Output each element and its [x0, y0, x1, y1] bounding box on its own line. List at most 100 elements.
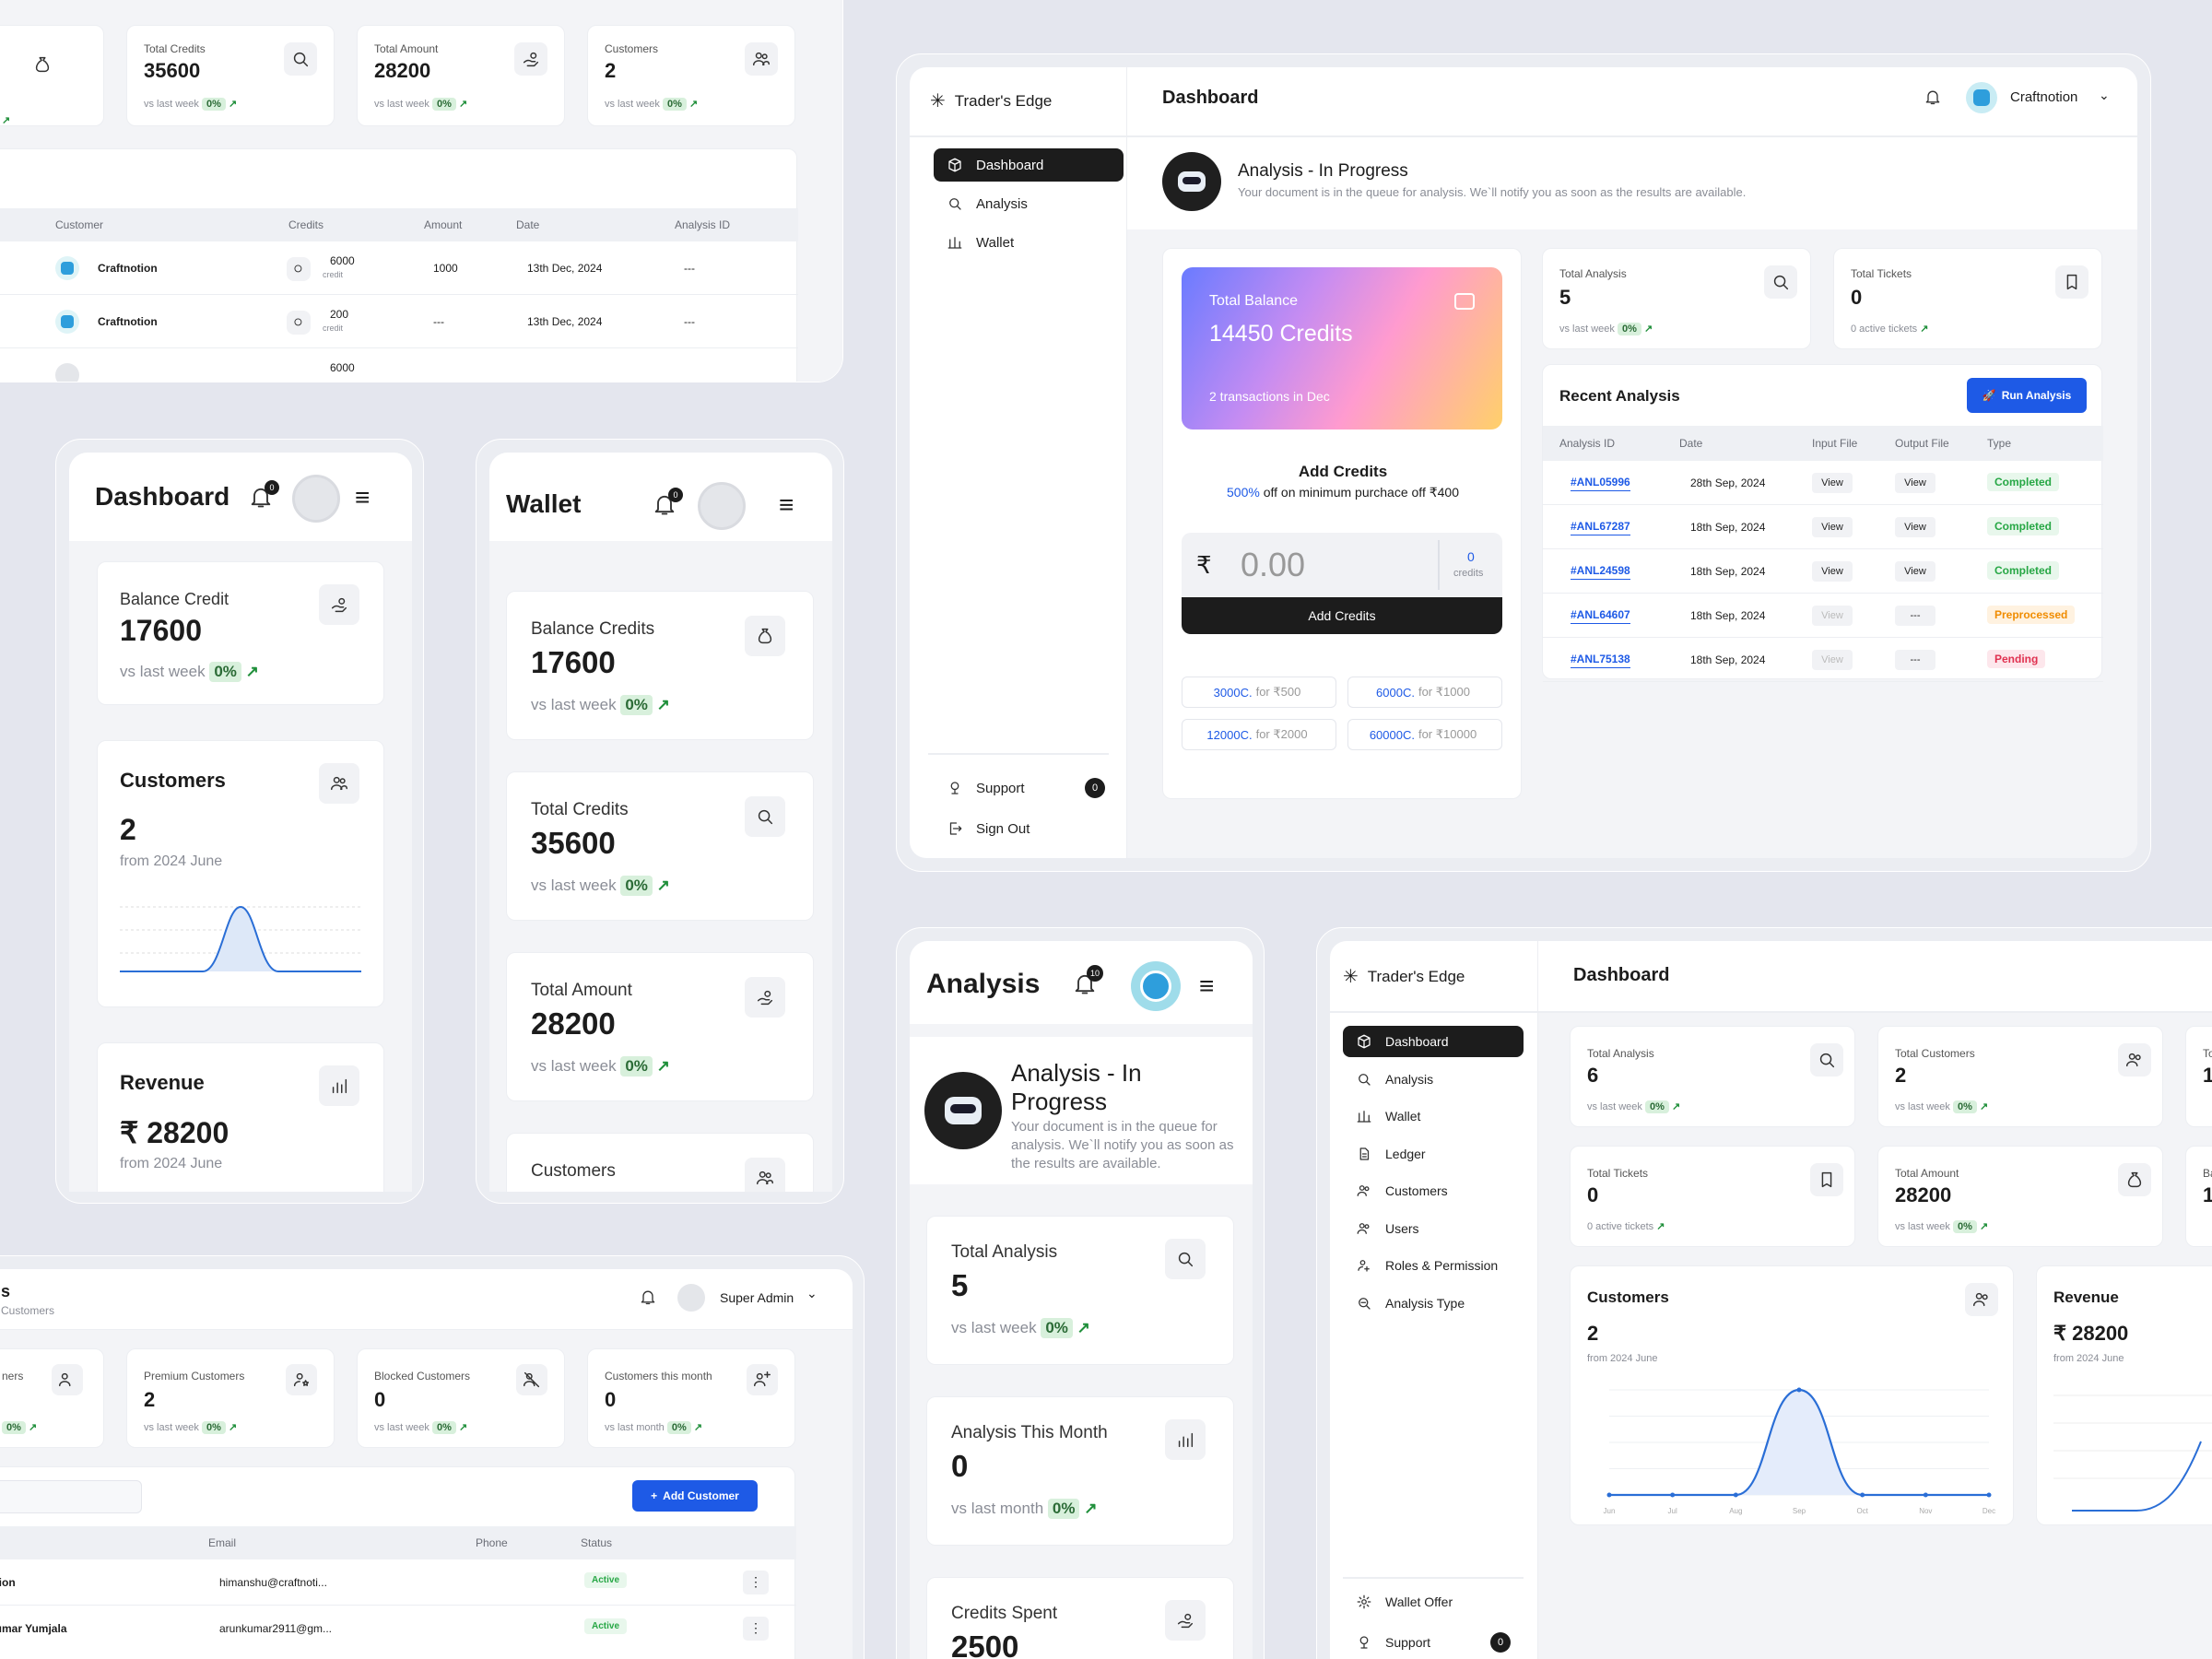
brand[interactable]: ✳ Trader's Edge [930, 89, 1052, 112]
analysis-date: 18th Sep, 2024 [1690, 653, 1766, 666]
stat-card-total-credits: Total Credits 35600 vs last week 0% ↗ [126, 25, 335, 126]
nav-wallet[interactable]: Wallet [934, 226, 1124, 259]
stat-value: 35600 [144, 59, 201, 82]
more-icon[interactable]: ⋮ [743, 1571, 769, 1594]
user-name[interactable]: Super Admin [720, 1290, 794, 1305]
credit-pack-12000[interactable]: 12000C. for ₹2000 [1182, 719, 1336, 750]
stat-value: ₹ 28200 [2053, 1322, 2129, 1345]
view-output-button[interactable]: --- [1895, 606, 1936, 626]
nav-sign-out[interactable]: Sign Out [934, 812, 1124, 845]
credit-pack-3000[interactable]: 3000C. for ₹500 [1182, 677, 1336, 708]
stat-value: 28200 [1895, 1183, 1952, 1206]
id-value: --- [684, 262, 695, 275]
user-avatar[interactable] [1966, 82, 1997, 113]
table-row[interactable]: tnotion himanshu@craftnoti... Active ⋮ [0, 1559, 796, 1606]
view-input-button[interactable]: View [1812, 606, 1853, 626]
stat-sub: from 2024 June [2053, 1353, 2124, 1364]
table-row[interactable]: 6000 [0, 348, 798, 382]
stat-sub: from 2024 June [1587, 1353, 1658, 1364]
amount-value: --- [433, 315, 444, 328]
view-input-button[interactable]: View [1812, 473, 1853, 493]
stat-total-analysis: Total Analysis 5 vs last week 0% ↗ [1542, 248, 1811, 349]
analysis-id-link[interactable]: #ANL75138 [1571, 653, 1630, 668]
chevron-down-icon[interactable]: ⌄ [806, 1286, 818, 1301]
brand[interactable]: ✳ Trader's Edge [1343, 965, 1465, 988]
menu-icon[interactable]: ≡ [355, 485, 370, 511]
nav-ledger[interactable]: Ledger [1343, 1138, 1524, 1170]
view-output-button[interactable]: --- [1895, 650, 1936, 670]
bell-icon[interactable] [1924, 88, 1942, 111]
view-input-button[interactable]: View [1812, 561, 1853, 582]
offer-text: 500% off on minimum purchace off ₹400 [1227, 485, 1459, 500]
menu-icon[interactable]: ≡ [779, 492, 794, 518]
stat-card-total-amount: Total Amount 28200 vs last week 0% ↗ [357, 25, 565, 126]
nav-analysis[interactable]: Analysis [934, 187, 1124, 220]
nav-users[interactable]: Users [1343, 1213, 1524, 1244]
avatar[interactable] [292, 475, 340, 523]
nav-dashboard[interactable]: Dashboard [934, 148, 1124, 182]
user-avatar[interactable] [1131, 961, 1181, 1011]
table-row[interactable]: Craftnotion 200 credit --- 13th Dec, 202… [0, 295, 798, 348]
credit-pack-60000[interactable]: 60000C. for ₹10000 [1347, 719, 1502, 750]
stat-card-blocked: Blocked Customers 0 vs last week 0% ↗ [357, 1348, 565, 1448]
bell-icon[interactable] [639, 1288, 657, 1311]
user-name[interactable]: Craftnotion [2010, 89, 2077, 105]
add-customer-button[interactable]: + Add Customer [632, 1480, 758, 1512]
stat-value: 2 [605, 59, 617, 82]
stat-card-customers: Customers 2 vs last week 0% ↗ [587, 25, 795, 126]
stat-label: Total Analysis [1587, 1047, 1654, 1060]
customer-name: Craftnotion [98, 262, 158, 275]
view-input-button[interactable]: View [1812, 517, 1853, 537]
avatar[interactable] [677, 1284, 705, 1312]
table-row[interactable]: #ANL67287 18th Sep, 2024 View View Completed [1543, 505, 2103, 549]
nav-analysis[interactable]: Analysis [1343, 1064, 1524, 1095]
ticket-icon [2055, 265, 2088, 299]
more-icon[interactable]: ⋮ [743, 1617, 769, 1641]
table-row[interactable]: #ANL75138 18th Sep, 2024 View --- Pending [1543, 638, 2103, 682]
analysis-id-link[interactable]: #ANL64607 [1571, 608, 1630, 624]
stat-total-tickets: Total Tickets 0 0 active tickets ↗ [1833, 248, 2102, 349]
amount-input[interactable]: 0.00 [1241, 546, 1305, 584]
stat-label: Total Analysis [951, 1242, 1058, 1262]
nav-roles-permission[interactable]: Roles & Permission [1343, 1250, 1524, 1281]
col-date: Date [516, 218, 540, 231]
col-date: Date [1679, 437, 1703, 450]
mobile-dashboard: Dashboard 0 ≡ Balance Credit 17600 vs la… [69, 453, 412, 1192]
avatar[interactable] [698, 482, 746, 530]
stat-label: Total Credits [531, 800, 629, 819]
analysis-id-link[interactable]: #ANL67287 [1571, 520, 1630, 535]
nav-wallet-offer[interactable]: Wallet Offer [1343, 1586, 1524, 1618]
credit-pack-6000[interactable]: 6000C. for ₹1000 [1347, 677, 1502, 708]
stat-value: 0 [605, 1388, 617, 1411]
run-analysis-button[interactable]: 🚀 Run Analysis [1967, 378, 2087, 413]
chevron-down-icon[interactable]: ⌄ [2099, 88, 2110, 103]
nav-dashboard[interactable]: Dashboard [1343, 1026, 1524, 1057]
amount-input-box[interactable]: ₹ 0.00 0 credits [1182, 533, 1502, 597]
users-icon [1965, 1283, 1998, 1316]
col-amount: Amount [424, 218, 463, 231]
analysis-id-link[interactable]: #ANL05996 [1571, 476, 1630, 491]
analysis-id-link[interactable]: #ANL24598 [1571, 564, 1630, 580]
table-row[interactable]: #ANL05996 28th Sep, 2024 View View Completed [1543, 461, 2103, 505]
view-output-button[interactable]: View [1895, 517, 1936, 537]
nav-wallet[interactable]: Wallet [1343, 1100, 1524, 1132]
nav-support[interactable]: Support 0 [934, 771, 1124, 805]
menu-icon[interactable]: ≡ [1199, 973, 1214, 999]
table-row[interactable]: #ANL24598 18th Sep, 2024 View View Completed [1543, 549, 2103, 594]
search-input[interactable]: h [0, 1480, 142, 1513]
stat-total-analysis: Total Analysis 6 vs last week 0% ↗ [1570, 1026, 1855, 1127]
table-row[interactable]: s Kumar Yumjala arunkumar2911@gm... Acti… [0, 1606, 796, 1652]
table-row[interactable]: #ANL64607 18th Sep, 2024 View --- Preprocess… [1543, 594, 2103, 638]
nav-analysis-type[interactable]: Analysis Type [1343, 1288, 1524, 1319]
view-output-button[interactable]: View [1895, 473, 1936, 493]
credit-unit: credit [323, 270, 344, 279]
view-input-button[interactable]: View [1812, 650, 1853, 670]
view-output-button[interactable]: View [1895, 561, 1936, 582]
search-icon [949, 198, 961, 210]
table-row[interactable]: Craftnotion 6000 credit 1000 13th Dec, 2… [0, 241, 798, 295]
notice-text: Your document is in the queue for analys… [1238, 185, 1747, 199]
nav-customers[interactable]: Customers [1343, 1175, 1524, 1206]
ticket-icon [1810, 1163, 1843, 1196]
add-credits-button[interactable]: Add Credits [1182, 597, 1502, 634]
nav-support[interactable]: Support 0 [1343, 1627, 1524, 1658]
